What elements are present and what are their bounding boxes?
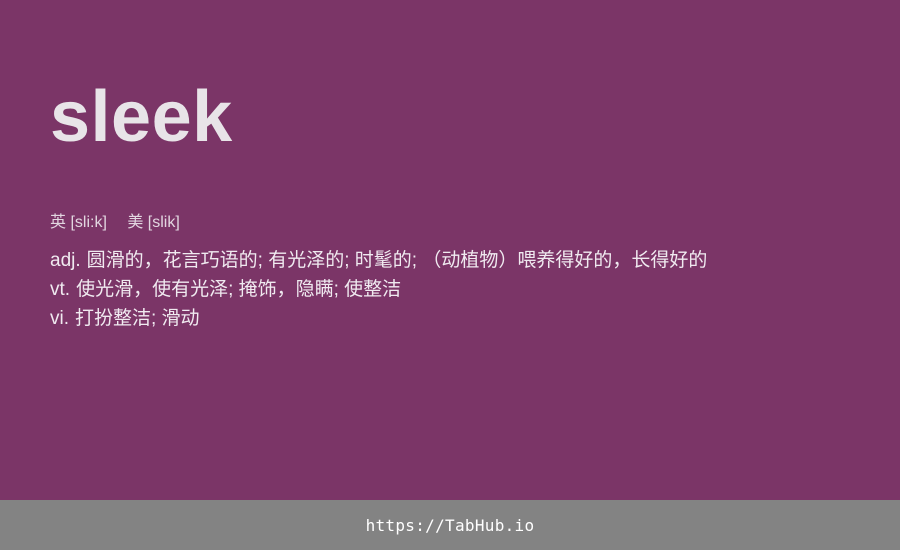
definition-list: adj. 圆滑的，花言巧语的; 有光泽的; 时髦的; （动植物）喂养得好的，长得好… [50,246,870,333]
phonetics: 英 [sli:k] 美 [slik] [50,212,180,234]
part-of-speech: vt. [50,279,71,300]
phonetic-uk: 英 [sli:k] [50,214,107,231]
footer-bar: https://TabHub.io [0,500,900,550]
tabhub-link[interactable]: https://TabHub.io [366,516,535,535]
part-of-speech: adj. [50,250,81,271]
definition-text: 圆滑的，花言巧语的; 有光泽的; 时髦的; （动植物）喂养得好的，长得好的 [86,250,708,271]
part-of-speech: vi. [50,308,69,329]
definition-vt: vt. 使光滑，使有光泽; 掩饰，隐瞒; 使整洁 [50,275,870,304]
word-card: sleek 英 [sli:k] 美 [slik] adj. 圆滑的，花言巧语的; … [0,0,900,500]
definition-text: 打扮整洁; 滑动 [75,308,200,329]
phonetic-us: 美 [slik] [127,214,180,231]
definition-text: 使光滑，使有光泽; 掩饰，隐瞒; 使整洁 [76,279,402,300]
definition-adj: adj. 圆滑的，花言巧语的; 有光泽的; 时髦的; （动植物）喂养得好的，长得好… [50,246,870,275]
word-title: sleek [50,77,233,157]
definition-vi: vi. 打扮整洁; 滑动 [50,304,870,333]
